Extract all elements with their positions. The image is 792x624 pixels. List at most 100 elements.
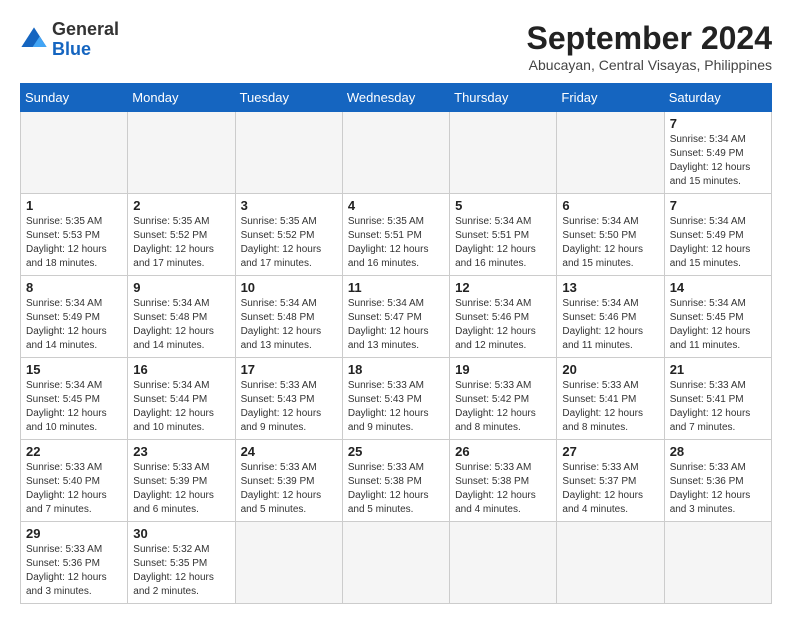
- calendar-cell: 5Sunrise: 5:34 AMSunset: 5:51 PMDaylight…: [450, 194, 557, 276]
- day-detail: Sunrise: 5:34 AMSunset: 5:46 PMDaylight:…: [455, 297, 551, 353]
- day-detail: Sunrise: 5:33 AMSunset: 5:36 PMDaylight:…: [670, 461, 766, 517]
- calendar-cell: 25 Sunrise: 5:33 AMSunset: 5:38 PMDayligh…: [342, 440, 449, 522]
- day-number: 29: [26, 526, 122, 541]
- calendar-cell: 24 Sunrise: 5:33 AMSunset: 5:39 PMDayligh…: [235, 440, 342, 522]
- day-detail: Sunrise: 5:33 AMSunset: 5:42 PMDaylight:…: [455, 379, 551, 435]
- location: Abucayan, Central Visayas, Philippines: [527, 57, 772, 73]
- calendar-cell: 27 Sunrise: 5:33 AMSunset: 5:37 PMDayligh…: [557, 440, 664, 522]
- calendar-cell: [342, 112, 449, 194]
- day-number: 3: [241, 198, 337, 213]
- day-detail: Sunrise: 5:34 AMSunset: 5:44 PMDaylight:…: [133, 379, 229, 435]
- calendar-cell: 1 Sunrise: 5:35 AMSunset: 5:53 PMDaylight…: [21, 194, 128, 276]
- weekday-header: Monday: [128, 84, 235, 112]
- day-detail: Sunrise: 5:33 AMSunset: 5:38 PMDaylight:…: [348, 461, 444, 517]
- calendar-cell: 10 Sunrise: 5:34 AMSunset: 5:48 PMDayligh…: [235, 276, 342, 358]
- day-detail: Sunrise: 5:34 AMSunset: 5:45 PMDaylight:…: [26, 379, 122, 435]
- day-number: 2: [133, 198, 229, 213]
- logo-text: General Blue: [52, 20, 119, 60]
- calendar-cell: 17 Sunrise: 5:33 AMSunset: 5:43 PMDayligh…: [235, 358, 342, 440]
- day-detail: Sunrise: 5:35 AMSunset: 5:52 PMDaylight:…: [133, 215, 229, 271]
- day-number: 22: [26, 444, 122, 459]
- day-number: 21: [670, 362, 766, 377]
- day-number: 25: [348, 444, 444, 459]
- header: General Blue September 2024 Abucayan, Ce…: [20, 20, 772, 73]
- day-detail: Sunrise: 5:34 AMSunset: 5:45 PMDaylight:…: [670, 297, 766, 353]
- day-number: 24: [241, 444, 337, 459]
- day-detail: Sunrise: 5:33 AMSunset: 5:43 PMDaylight:…: [241, 379, 337, 435]
- day-number: 18: [348, 362, 444, 377]
- calendar-cell: [664, 522, 771, 604]
- day-number: 28: [670, 444, 766, 459]
- day-number: 5: [455, 198, 551, 213]
- day-detail: Sunrise: 5:33 AMSunset: 5:37 PMDaylight:…: [562, 461, 658, 517]
- calendar-cell: 12 Sunrise: 5:34 AMSunset: 5:46 PMDayligh…: [450, 276, 557, 358]
- day-number: 11: [348, 280, 444, 295]
- day-number: 10: [241, 280, 337, 295]
- day-number: 1: [26, 198, 122, 213]
- logo-icon: [20, 26, 48, 54]
- calendar-cell: 18 Sunrise: 5:33 AMSunset: 5:43 PMDayligh…: [342, 358, 449, 440]
- calendar-cell: 6 Sunrise: 5:34 AMSunset: 5:50 PMDaylight…: [557, 194, 664, 276]
- calendar-cell: 28 Sunrise: 5:33 AMSunset: 5:36 PMDayligh…: [664, 440, 771, 522]
- day-number: 19: [455, 362, 551, 377]
- day-detail: Sunrise: 5:33 AMSunset: 5:41 PMDaylight:…: [562, 379, 658, 435]
- day-detail: Sunrise: 5:33 AMSunset: 5:39 PMDaylight:…: [241, 461, 337, 517]
- calendar-cell: [235, 112, 342, 194]
- title-area: September 2024 Abucayan, Central Visayas…: [527, 20, 772, 73]
- calendar-cell: 22 Sunrise: 5:33 AMSunset: 5:40 PMDayligh…: [21, 440, 128, 522]
- calendar-cell: 13Sunrise: 5:34 AMSunset: 5:46 PMDayligh…: [557, 276, 664, 358]
- day-detail: Sunrise: 5:34 AMSunset: 5:50 PMDaylight:…: [562, 215, 658, 271]
- day-detail: Sunrise: 5:35 AMSunset: 5:53 PMDaylight:…: [26, 215, 122, 271]
- calendar-cell: 19 Sunrise: 5:33 AMSunset: 5:42 PMDayligh…: [450, 358, 557, 440]
- calendar-cell: 11Sunrise: 5:34 AMSunset: 5:47 PMDayligh…: [342, 276, 449, 358]
- day-detail: Sunrise: 5:33 AMSunset: 5:38 PMDaylight:…: [455, 461, 551, 517]
- day-detail: Sunrise: 5:33 AMSunset: 5:36 PMDaylight:…: [26, 543, 122, 599]
- day-number: 12: [455, 280, 551, 295]
- day-detail: Sunrise: 5:35 AMSunset: 5:51 PMDaylight:…: [348, 215, 444, 271]
- day-number: 14: [670, 280, 766, 295]
- day-detail: Sunrise: 5:34 AMSunset: 5:49 PMDaylight:…: [670, 133, 766, 189]
- weekday-header: Saturday: [664, 84, 771, 112]
- calendar-cell: 2 Sunrise: 5:35 AMSunset: 5:52 PMDaylight…: [128, 194, 235, 276]
- day-number: 20: [562, 362, 658, 377]
- day-number: 6: [562, 198, 658, 213]
- month-year: September 2024: [527, 20, 772, 57]
- calendar-cell: [557, 112, 664, 194]
- logo: General Blue: [20, 20, 119, 60]
- day-detail: Sunrise: 5:34 AMSunset: 5:49 PMDaylight:…: [670, 215, 766, 271]
- weekday-header: Thursday: [450, 84, 557, 112]
- day-number: 15: [26, 362, 122, 377]
- calendar-cell: [450, 522, 557, 604]
- calendar-cell: 7 Sunrise: 5:34 AMSunset: 5:49 PMDaylight…: [664, 112, 771, 194]
- weekday-header: Tuesday: [235, 84, 342, 112]
- day-number: 7: [670, 198, 766, 213]
- calendar-cell: 4 Sunrise: 5:35 AMSunset: 5:51 PMDaylight…: [342, 194, 449, 276]
- calendar-cell: [235, 522, 342, 604]
- day-number: 8: [26, 280, 122, 295]
- day-number: 9: [133, 280, 229, 295]
- calendar-cell: 3Sunrise: 5:35 AMSunset: 5:52 PMDaylight…: [235, 194, 342, 276]
- calendar-cell: 20 Sunrise: 5:33 AMSunset: 5:41 PMDayligh…: [557, 358, 664, 440]
- calendar-cell: [557, 522, 664, 604]
- calendar-cell: [128, 112, 235, 194]
- day-detail: Sunrise: 5:33 AMSunset: 5:40 PMDaylight:…: [26, 461, 122, 517]
- day-number: 4: [348, 198, 444, 213]
- weekday-header: Sunday: [21, 84, 128, 112]
- week-row: 22 Sunrise: 5:33 AMSunset: 5:40 PMDayligh…: [21, 440, 772, 522]
- week-row: 7 Sunrise: 5:34 AMSunset: 5:49 PMDaylight…: [21, 112, 772, 194]
- day-number: 27: [562, 444, 658, 459]
- calendar-cell: 26Sunrise: 5:33 AMSunset: 5:38 PMDayligh…: [450, 440, 557, 522]
- day-detail: Sunrise: 5:34 AMSunset: 5:48 PMDaylight:…: [133, 297, 229, 353]
- week-row: 1 Sunrise: 5:35 AMSunset: 5:53 PMDaylight…: [21, 194, 772, 276]
- logo-general: General: [52, 20, 119, 40]
- day-detail: Sunrise: 5:34 AMSunset: 5:48 PMDaylight:…: [241, 297, 337, 353]
- day-number: 7: [670, 116, 766, 131]
- week-row: 29 Sunrise: 5:33 AMSunset: 5:36 PMDayligh…: [21, 522, 772, 604]
- day-detail: Sunrise: 5:33 AMSunset: 5:43 PMDaylight:…: [348, 379, 444, 435]
- calendar-cell: [450, 112, 557, 194]
- calendar-cell: 7 Sunrise: 5:34 AMSunset: 5:49 PMDaylight…: [664, 194, 771, 276]
- day-detail: Sunrise: 5:34 AMSunset: 5:46 PMDaylight:…: [562, 297, 658, 353]
- day-number: 17: [241, 362, 337, 377]
- calendar-cell: 14 Sunrise: 5:34 AMSunset: 5:45 PMDayligh…: [664, 276, 771, 358]
- week-row: 8Sunrise: 5:34 AMSunset: 5:49 PMDaylight…: [21, 276, 772, 358]
